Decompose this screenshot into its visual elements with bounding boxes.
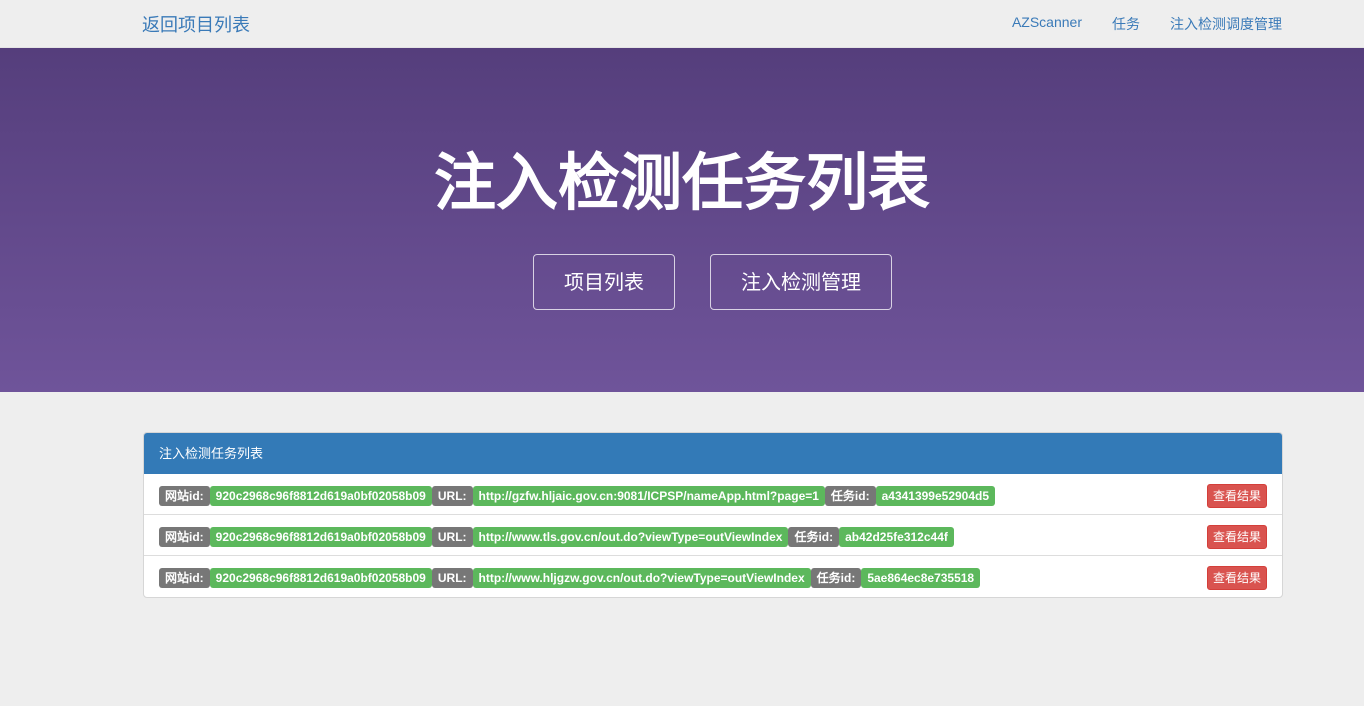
panel-title: 注入检测任务列表 bbox=[144, 433, 1282, 474]
url-value: http://gzfw.hljaic.gov.cn:9081/ICPSP/nam… bbox=[472, 486, 825, 506]
site-id-value: 920c2968c96f8812d619a0bf02058b09 bbox=[209, 527, 432, 547]
site-id-label: 网站id: bbox=[159, 486, 210, 506]
view-result-button[interactable]: 查看结果 bbox=[1206, 484, 1267, 508]
url-value: http://www.tls.gov.cn/out.do?viewType=ou… bbox=[472, 527, 789, 547]
url-label: URL: bbox=[431, 527, 473, 547]
task-id-label: 任务id: bbox=[810, 568, 862, 588]
task-id-value: ab42d25fe312c44f bbox=[839, 527, 954, 547]
task-id-label: 任务id: bbox=[824, 486, 876, 506]
task-row: 网站id: 920c2968c96f8812d619a0bf02058b09 U… bbox=[144, 556, 1282, 597]
nav-links: AZScanner 任务 注入检测调度管理 bbox=[982, 14, 1282, 34]
task-id-value: a4341399e52904d5 bbox=[875, 486, 996, 506]
injection-management-button[interactable]: 注入检测管理 bbox=[710, 254, 892, 310]
nav-link-azscanner[interactable]: AZScanner bbox=[1012, 14, 1082, 34]
task-id-label: 任务id: bbox=[788, 527, 840, 547]
nav-link-injection-scheduling[interactable]: 注入检测调度管理 bbox=[1170, 14, 1282, 34]
url-label: URL: bbox=[431, 486, 473, 506]
site-id-value: 920c2968c96f8812d619a0bf02058b09 bbox=[209, 486, 432, 506]
hero-banner: 注入检测任务列表 项目列表 注入检测管理 bbox=[0, 48, 1364, 392]
nav-link-tasks[interactable]: 任务 bbox=[1112, 14, 1140, 34]
project-list-button[interactable]: 项目列表 bbox=[533, 254, 675, 310]
task-id-value: 5ae864ec8e735518 bbox=[861, 568, 981, 588]
task-labels: 网站id: 920c2968c96f8812d619a0bf02058b09 U… bbox=[159, 527, 954, 547]
site-id-label: 网站id: bbox=[159, 527, 210, 547]
site-id-value: 920c2968c96f8812d619a0bf02058b09 bbox=[209, 568, 432, 588]
task-row: 网站id: 920c2968c96f8812d619a0bf02058b09 U… bbox=[144, 474, 1282, 515]
url-label: URL: bbox=[431, 568, 473, 588]
page-title: 注入检测任务列表 bbox=[433, 149, 930, 218]
task-list-panel: 注入检测任务列表 网站id: 920c2968c96f8812d619a0bf0… bbox=[143, 432, 1283, 598]
url-value: http://www.hljgzw.gov.cn/out.do?viewType… bbox=[472, 568, 811, 588]
view-result-button[interactable]: 查看结果 bbox=[1206, 566, 1267, 590]
top-navbar: 返回项目列表 AZScanner 任务 注入检测调度管理 bbox=[0, 0, 1364, 48]
task-labels: 网站id: 920c2968c96f8812d619a0bf02058b09 U… bbox=[159, 568, 981, 588]
task-labels: 网站id: 920c2968c96f8812d619a0bf02058b09 U… bbox=[159, 486, 996, 506]
site-id-label: 网站id: bbox=[159, 568, 210, 588]
back-to-projects-link[interactable]: 返回项目列表 bbox=[142, 11, 250, 37]
view-result-button[interactable]: 查看结果 bbox=[1206, 525, 1267, 549]
task-row: 网站id: 920c2968c96f8812d619a0bf02058b09 U… bbox=[144, 515, 1282, 556]
